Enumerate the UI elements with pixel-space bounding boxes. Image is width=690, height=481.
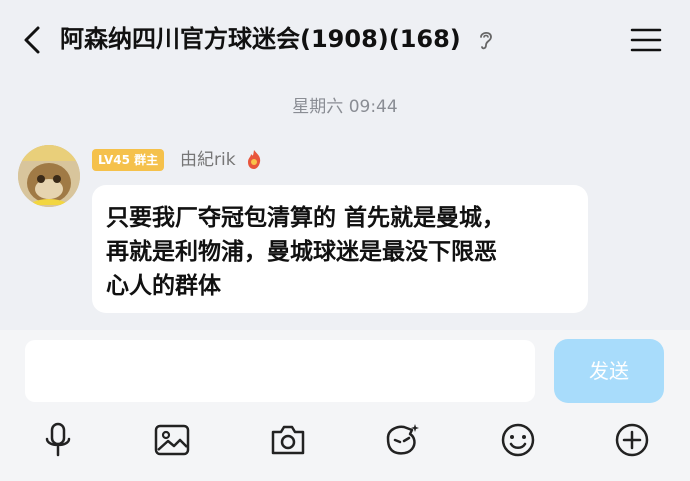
message-timestamp: 星期六 09:44 — [292, 97, 398, 117]
send-button[interactable]: 发送 — [554, 339, 664, 403]
flame-badge-icon — [248, 150, 261, 169]
message-bubble[interactable]: 只要我厂夺冠包清算的 首先就是曼城， 再就是利物浦，曼城球迷是最没下限恶 心人的… — [92, 185, 588, 313]
sticker-icon[interactable] — [382, 420, 422, 460]
image-icon[interactable] — [152, 420, 192, 460]
hamburger-menu-icon[interactable] — [630, 26, 662, 54]
sender-name[interactable]: 由紀rik — [180, 148, 236, 172]
message-line: 心人的群体 — [106, 273, 221, 299]
ear-icon[interactable] — [476, 28, 496, 52]
chat-title: 阿森纳四川官方球迷会(1908)(168) — [60, 25, 461, 53]
message-line: 只要我厂夺冠包清算的 首先就是曼城， — [106, 205, 506, 231]
chevron-left-icon[interactable] — [18, 24, 48, 56]
group-owner-badge: LV45 群主 — [92, 149, 165, 171]
emoji-icon[interactable] — [498, 420, 538, 460]
message-input[interactable] — [25, 340, 535, 402]
header-bar: 阿森纳四川官方球迷会(1908)(168) — [0, 0, 690, 80]
camera-icon[interactable] — [268, 420, 308, 460]
message-line: 再就是利物浦，曼城球迷是最没下限恶 — [106, 239, 497, 265]
plus-icon[interactable] — [612, 420, 652, 460]
avatar[interactable] — [18, 145, 80, 207]
microphone-icon[interactable] — [38, 420, 78, 460]
